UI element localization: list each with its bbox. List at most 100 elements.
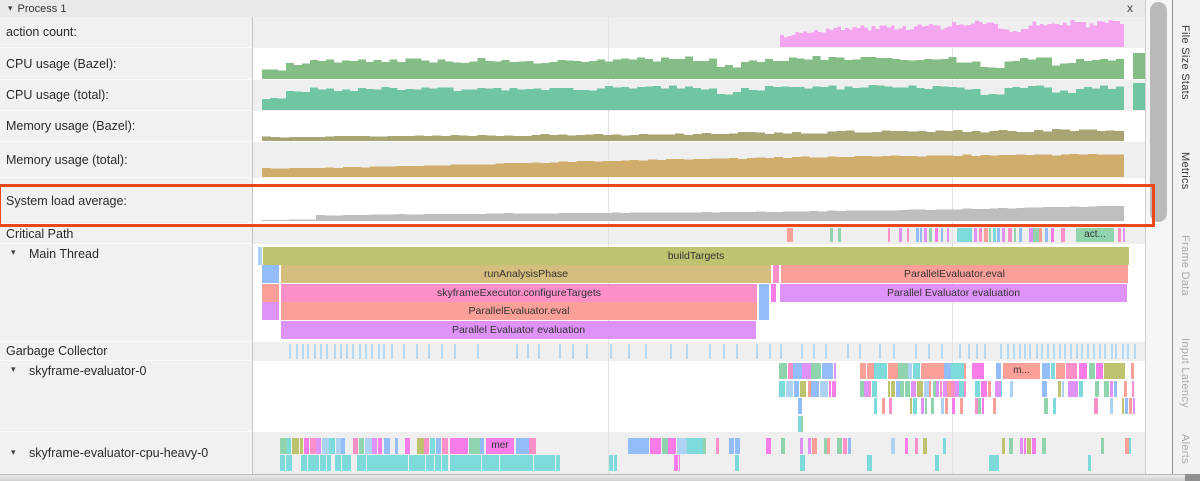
trace-event-slice[interactable] bbox=[322, 438, 330, 454]
trace-event-slice[interactable] bbox=[662, 438, 669, 454]
gc-event-tick[interactable] bbox=[645, 344, 647, 359]
trace-event-slice[interactable] bbox=[614, 455, 617, 471]
trace-event-slice[interactable] bbox=[1001, 381, 1003, 397]
trace-event-tick[interactable] bbox=[916, 228, 919, 242]
trace-event-slice[interactable] bbox=[1032, 438, 1036, 454]
trace-event-slice[interactable] bbox=[287, 438, 291, 454]
gc-event-tick[interactable] bbox=[780, 344, 782, 359]
trace-event-slice[interactable] bbox=[811, 381, 819, 397]
trace-event-slice[interactable] bbox=[1129, 438, 1131, 454]
trace-event-slice[interactable] bbox=[460, 438, 468, 454]
trace-event-bar[interactable]: Parallel Evaluator evaluation bbox=[281, 321, 756, 339]
trace-event-bar[interactable]: m... bbox=[1003, 363, 1040, 379]
gc-event-tick[interactable] bbox=[314, 344, 316, 359]
trace-event-slice[interactable] bbox=[917, 381, 923, 397]
trace-event-slice[interactable] bbox=[843, 438, 847, 454]
trace-event-slice[interactable] bbox=[628, 438, 640, 454]
trace-event-slice[interactable] bbox=[932, 363, 944, 379]
trace-event-tick[interactable] bbox=[1123, 228, 1125, 242]
gc-event-tick[interactable] bbox=[1087, 344, 1089, 359]
gc-event-tick[interactable] bbox=[416, 344, 418, 359]
trace-event-slice[interactable] bbox=[426, 455, 434, 471]
trace-event-tick[interactable] bbox=[888, 228, 890, 242]
collapse-arrow-icon[interactable]: ▾ bbox=[0, 447, 22, 458]
trace-event-slice[interactable] bbox=[801, 416, 803, 432]
trace-event-bar[interactable] bbox=[759, 284, 769, 302]
trace-event-slice[interactable] bbox=[518, 455, 533, 471]
trace-event-slice[interactable] bbox=[848, 438, 851, 454]
trace-event-slice[interactable] bbox=[978, 398, 980, 414]
trace-event-slice[interactable] bbox=[935, 455, 939, 471]
trace-event-slice[interactable] bbox=[913, 363, 920, 379]
gc-event-tick[interactable] bbox=[1047, 344, 1049, 359]
trace-event-slice[interactable] bbox=[1066, 363, 1077, 379]
trace-event-slice[interactable] bbox=[1114, 363, 1125, 379]
gc-event-tick[interactable] bbox=[359, 344, 361, 359]
trace-event-slice[interactable] bbox=[529, 438, 536, 454]
trace-event-slice[interactable] bbox=[982, 398, 985, 414]
gc-event-tick[interactable] bbox=[1104, 344, 1106, 359]
gc-event-tick[interactable] bbox=[403, 344, 405, 359]
trace-event-slice[interactable] bbox=[993, 455, 999, 471]
trace-event-bar[interactable]: act... bbox=[1076, 228, 1114, 242]
trace-event-slice[interactable] bbox=[385, 455, 392, 471]
trace-event-slice[interactable] bbox=[372, 438, 377, 454]
meter-chart[interactable] bbox=[262, 145, 1124, 177]
trace-event-slice[interactable] bbox=[936, 381, 939, 397]
trace-event-slice[interactable] bbox=[908, 363, 912, 379]
trace-event-bar[interactable] bbox=[262, 302, 279, 320]
trace-event-slice[interactable] bbox=[1009, 438, 1013, 454]
trace-event-slice[interactable] bbox=[820, 381, 828, 397]
trace-event-slice[interactable] bbox=[929, 381, 931, 397]
trace-event-slice[interactable] bbox=[915, 438, 917, 454]
collapse-arrow-icon[interactable]: ▾ bbox=[0, 364, 22, 375]
trace-event-slice[interactable] bbox=[292, 438, 299, 454]
trace-event-slice[interactable] bbox=[1079, 381, 1084, 397]
gc-event-tick[interactable] bbox=[454, 344, 456, 359]
trace-event-slice[interactable] bbox=[316, 438, 321, 454]
trace-event-slice[interactable] bbox=[952, 398, 954, 414]
trace-event-slice[interactable] bbox=[872, 381, 877, 397]
trace-event-slice[interactable] bbox=[1072, 381, 1078, 397]
trace-event-slice[interactable] bbox=[1042, 381, 1047, 397]
gc-event-tick[interactable] bbox=[1029, 344, 1031, 359]
trace-event-slice[interactable] bbox=[735, 438, 740, 454]
gc-event-tick[interactable] bbox=[352, 344, 354, 359]
gc-event-tick[interactable] bbox=[538, 344, 540, 359]
gc-event-tick[interactable] bbox=[320, 344, 322, 359]
gc-event-tick[interactable] bbox=[1076, 344, 1078, 359]
trace-event-slice[interactable] bbox=[308, 455, 314, 471]
meter-chart[interactable] bbox=[780, 17, 1124, 47]
trace-event-slice[interactable] bbox=[1104, 381, 1109, 397]
gc-event-tick[interactable] bbox=[1081, 344, 1083, 359]
trace-event-tick[interactable] bbox=[947, 228, 949, 242]
gc-event-tick[interactable] bbox=[769, 344, 771, 359]
trace-event-slice[interactable] bbox=[417, 438, 423, 454]
meter-chart[interactable] bbox=[262, 48, 1124, 79]
trace-event-slice[interactable] bbox=[882, 398, 885, 414]
trace-event-slice[interactable] bbox=[480, 438, 484, 454]
trace-event-tick[interactable] bbox=[899, 228, 902, 242]
gc-event-tick[interactable] bbox=[736, 344, 738, 359]
trace-event-tick[interactable] bbox=[1002, 228, 1005, 242]
trace-event-slice[interactable] bbox=[891, 438, 894, 454]
trace-event-slice[interactable] bbox=[945, 398, 948, 414]
trace-event-slice[interactable] bbox=[735, 455, 739, 471]
trace-event-bar[interactable] bbox=[773, 265, 779, 283]
trace-event-slice[interactable] bbox=[395, 438, 398, 454]
trace-event-slice[interactable] bbox=[766, 438, 771, 454]
trace-event-slice[interactable] bbox=[1062, 381, 1064, 397]
gc-event-tick[interactable] bbox=[365, 344, 367, 359]
trace-event-slice[interactable] bbox=[923, 438, 928, 454]
gc-event-tick[interactable] bbox=[893, 344, 895, 359]
gc-event-tick[interactable] bbox=[968, 344, 970, 359]
trace-event-slice[interactable] bbox=[500, 455, 518, 471]
trace-event-tick[interactable] bbox=[984, 228, 988, 242]
gc-event-tick[interactable] bbox=[1013, 344, 1015, 359]
trace-event-tick[interactable] bbox=[1039, 228, 1042, 242]
gc-event-tick[interactable] bbox=[1127, 344, 1129, 359]
gc-event-tick[interactable] bbox=[686, 344, 688, 359]
trace-event-bar[interactable]: mer bbox=[486, 438, 514, 454]
trace-event-tick[interactable] bbox=[935, 228, 938, 242]
trace-event-slice[interactable] bbox=[360, 455, 366, 471]
